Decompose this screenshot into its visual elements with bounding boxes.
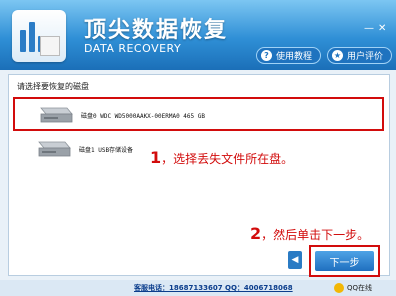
step2-text: ，然后单击下一步。 [261,228,370,242]
hard-disk-icon [38,141,71,157]
qq-icon [334,283,344,293]
step2-number: 2 [250,224,262,243]
hard-disk-icon [40,107,73,123]
qq-online-label: QQ在线 [347,284,373,292]
app-window: 顶尖数据恢复 DATA RECOVERY — ✕ ? 使用教程 ★ 用户评价 请… [0,0,396,296]
review-button[interactable]: ★ 用户评价 [327,47,393,64]
app-logo-icon [12,10,66,62]
minimize-button[interactable]: — [364,23,374,34]
app-subtitle: DATA RECOVERY [84,42,182,55]
disk-label: 磁盘1 USB存储设备 [79,147,134,154]
step1-text: ，选择丢失文件所在盘。 [161,152,294,166]
disk-row-0[interactable]: 磁盘0 WDC WD5000AAKX-00ERMA0 465 GB [13,97,384,131]
qq-online-button[interactable]: QQ在线 [334,282,390,294]
app-title: 顶尖数据恢复 [84,18,229,43]
next-button[interactable]: 下一步 [315,251,374,271]
review-icon: ★ [332,50,343,61]
guide-button-label: 使用教程 [276,52,313,62]
guide-button[interactable]: ? 使用教程 [256,47,322,64]
footer-bar: 客服电话：18687133607 QQ：4006718068 QQ在线 [0,280,396,296]
close-button[interactable]: ✕ [378,23,386,34]
back-button[interactable]: ◀ [288,251,302,269]
disk-prompt: 请选择要恢复的磁盘 [17,82,89,91]
step2-annotation: 2，然后单击下一步。 [250,224,369,243]
header-banner: 顶尖数据恢复 DATA RECOVERY — ✕ ? 使用教程 ★ 用户评价 [0,0,396,70]
review-button-label: 用户评价 [347,52,384,62]
service-contact-link[interactable]: 客服电话：18687133607 QQ：4006718068 [134,283,293,293]
step1-number: 1 [150,148,162,167]
step1-annotation: 1，选择丢失文件所在盘。 [150,148,293,167]
help-icon: ? [261,50,272,61]
disk-label: 磁盘0 WDC WD5000AAKX-00ERMA0 465 GB [81,113,205,120]
next-button-highlight: 下一步 [309,245,380,277]
